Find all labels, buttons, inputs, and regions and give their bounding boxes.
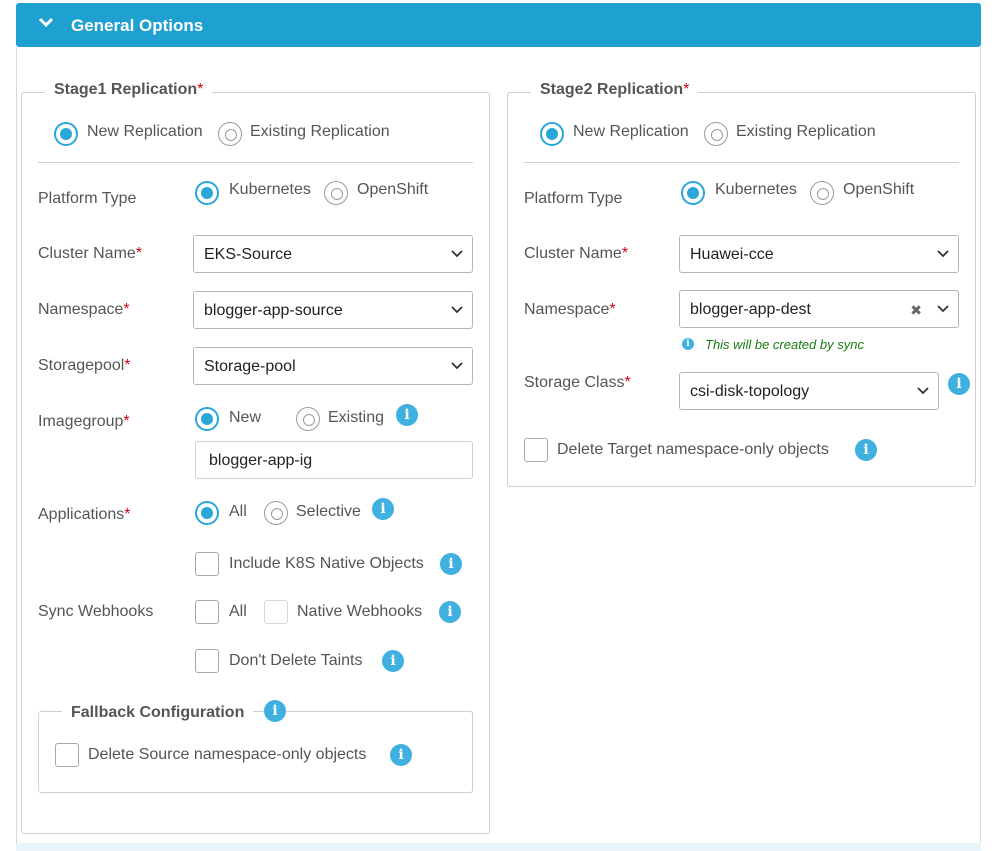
stage1-applications-selective-label: Selective [296, 503, 361, 520]
stage1-new-replication-radio[interactable] [54, 122, 78, 146]
stage2-new-replication-label: New Replication [573, 123, 689, 140]
stage1-applications-all-radio[interactable] [195, 501, 219, 525]
stage2-existing-replication-label: Existing Replication [736, 123, 876, 140]
stage1-imagegroup-input[interactable]: blogger-app-ig [195, 441, 473, 479]
stage1-applications-label: Applications* [38, 506, 131, 523]
chevron-down-icon [451, 250, 463, 258]
delete-source-ns-label: Delete Source namespace-only objects [88, 746, 367, 763]
stage2-divider [524, 162, 959, 163]
stage2-openshift-label: OpenShift [843, 181, 915, 198]
stage1-include-k8s-checkbox[interactable] [195, 552, 219, 576]
stage1-kubernetes-label: Kubernetes [229, 181, 311, 198]
stage1-namespace-label: Namespace* [38, 301, 130, 318]
stage1-imagegroup-label: Imagegroup* [38, 413, 130, 430]
stage2-kubernetes-label: Kubernetes [715, 181, 797, 198]
chevron-down-icon [917, 387, 929, 395]
stage2-kubernetes-radio[interactable] [681, 181, 705, 205]
stage1-new-replication-label: New Replication [87, 123, 203, 140]
stage1-applications-selective-radio[interactable] [264, 501, 288, 525]
stage1-native-webhooks-checkbox[interactable] [264, 600, 288, 624]
stage1-title: Stage1 Replication* [45, 81, 213, 99]
stage2-openshift-radio[interactable] [810, 181, 834, 205]
stage1-divider [38, 162, 473, 163]
info-icon[interactable]: i [439, 601, 461, 623]
stage1-platform-label: Platform Type [38, 190, 137, 207]
stage2-cluster-label: Cluster Name* [524, 245, 629, 262]
info-icon[interactable]: i [396, 404, 418, 426]
stage2-platform-label: Platform Type [524, 190, 623, 207]
stage2-storageclass-select[interactable]: csi-disk-topology [679, 372, 939, 410]
stage1-kubernetes-radio[interactable] [195, 181, 219, 205]
stage1-storagepool-select[interactable]: Storage-pool [193, 347, 473, 385]
fallback-title: Fallback Configuration [62, 704, 254, 722]
stage2-cluster-select[interactable]: Huawei-cce [679, 235, 959, 273]
clear-icon[interactable]: ✖ [910, 291, 922, 329]
stage1-imagegroup-new-radio[interactable] [195, 407, 219, 431]
chevron-down-icon [451, 306, 463, 314]
header-title: General Options [71, 16, 204, 35]
info-icon: i [682, 338, 694, 350]
stage2-new-replication-radio[interactable] [540, 122, 564, 146]
stage1-imagegroup-existing-label: Existing [328, 409, 385, 426]
delete-target-ns-label: Delete Target namespace-only objects [557, 441, 829, 458]
stage1-imagegroup-existing-radio[interactable] [296, 407, 320, 431]
stage1-existing-replication-label: Existing Replication [250, 123, 390, 140]
delete-source-ns-checkbox[interactable] [55, 743, 79, 767]
stage1-dont-delete-taints-checkbox[interactable] [195, 649, 219, 673]
general-options-header[interactable]: General Options [16, 3, 981, 47]
stage1-include-k8s-label: Include K8S Native Objects [229, 555, 424, 572]
stage2-namespace-hint: This will be created by sync [705, 337, 864, 352]
chevron-down-icon [451, 362, 463, 370]
stage1-dont-delete-taints-label: Don't Delete Taints [229, 652, 363, 669]
stage1-openshift-radio[interactable] [324, 181, 348, 205]
info-icon[interactable]: i [264, 700, 286, 722]
info-icon[interactable]: i [855, 439, 877, 461]
stage2-namespace-label: Namespace* [524, 301, 616, 318]
stage1-imagegroup-new-label: New [229, 409, 262, 426]
stage1-webhooks-all-checkbox[interactable] [195, 600, 219, 624]
stage1-native-webhooks-label: Native Webhooks [297, 603, 423, 620]
stage1-existing-replication-radio[interactable] [218, 122, 242, 146]
stage1-webhooks-label: Sync Webhooks [38, 603, 154, 620]
info-icon[interactable]: i [390, 744, 412, 766]
bottom-strip [16, 843, 981, 851]
info-icon[interactable]: i [948, 373, 970, 395]
chevron-down-icon [38, 17, 54, 28]
stage1-namespace-select[interactable]: blogger-app-source [193, 291, 473, 329]
info-icon[interactable]: i [382, 650, 404, 672]
stage1-cluster-label: Cluster Name* [38, 245, 143, 262]
stage2-existing-replication-radio[interactable] [704, 122, 728, 146]
delete-target-ns-checkbox[interactable] [524, 438, 548, 462]
stage2-title: Stage2 Replication* [531, 81, 699, 99]
stage1-storagepool-label: Storagepool* [38, 357, 131, 374]
stage1-openshift-label: OpenShift [357, 181, 429, 198]
stage1-cluster-select[interactable]: EKS-Source [193, 235, 473, 273]
chevron-down-icon [937, 305, 949, 313]
stage1-webhooks-all-label: All [229, 603, 247, 620]
stage2-namespace-select[interactable]: blogger-app-dest ✖ [679, 290, 959, 328]
stage1-applications-all-label: All [229, 503, 247, 520]
stage2-storageclass-label: Storage Class* [524, 374, 631, 391]
chevron-down-icon [937, 250, 949, 258]
info-icon[interactable]: i [440, 553, 462, 575]
info-icon[interactable]: i [372, 498, 394, 520]
